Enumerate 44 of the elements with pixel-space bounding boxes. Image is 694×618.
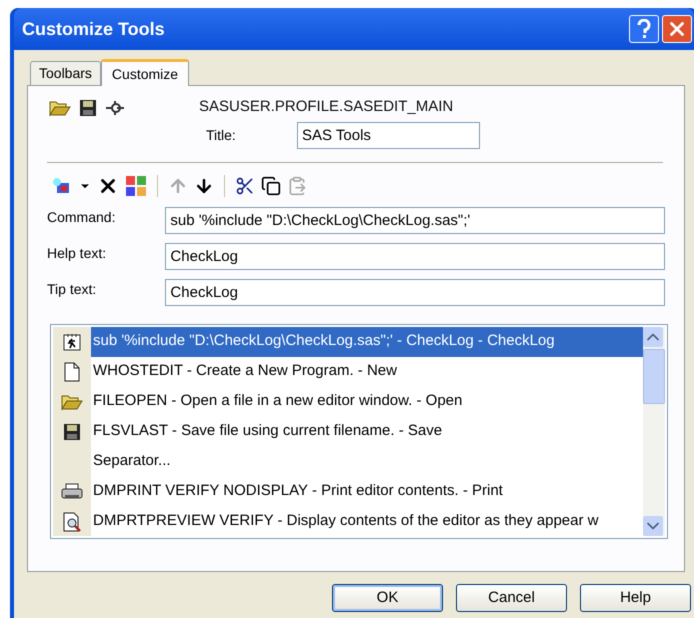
field-label: Command:	[47, 208, 116, 226]
text-field[interactable]: sub '%include "D:\CheckLog\CheckLog.sas";'	[165, 206, 665, 234]
dialog-button[interactable]: OK	[332, 584, 443, 612]
printer-icon	[61, 482, 83, 500]
tool-list-item[interactable]: FLSVLAST - Save file using current filename. - Save	[53, 416, 643, 446]
plug-icon	[105, 99, 125, 117]
open-folder-icon	[49, 99, 71, 117]
running-figure-icon	[62, 332, 82, 352]
tool-text: WHOSTEDIT - Create a New Program. - New	[92, 361, 398, 382]
title-input[interactable]: SAS Tools	[297, 122, 480, 148]
tool-text: DMPRTPREVIEW VERIFY - Display contents of the editor as they appear w	[92, 511, 600, 532]
tool-list-item[interactable]: DMPRINT VERIFY NODISPLAY - Print editor contents. - Print	[53, 476, 643, 506]
tab[interactable]: Toolbars	[30, 61, 101, 85]
scroll-thumb[interactable]	[643, 348, 665, 404]
field-label: Tip text:	[47, 280, 98, 299]
tab[interactable]: Customize	[100, 59, 190, 86]
text-field[interactable]: CheckLog	[165, 278, 665, 306]
close-button[interactable]	[662, 15, 692, 43]
text-field[interactable]: CheckLog	[165, 242, 665, 270]
cut-icon[interactable]	[235, 176, 255, 196]
help-button[interactable]	[629, 15, 659, 43]
blank-page-icon	[64, 362, 80, 382]
folder-icon	[61, 392, 83, 410]
copy-icon[interactable]	[261, 176, 281, 196]
tool-text: FILEOPEN - Open a file in a new editor window. - Open	[92, 391, 464, 412]
dialog-button[interactable]: Cancel	[456, 584, 567, 612]
tool-text: Separator...	[92, 451, 172, 472]
page-magnifier-icon	[62, 512, 82, 532]
tool-list-item[interactable]: FILEOPEN - Open a file in a new editor window. - Open	[53, 386, 643, 416]
toolbar-name: SASUSER.PROFILE.SASEDIT_MAIN	[199, 97, 454, 117]
tool-list-item[interactable]: Separator...	[53, 446, 643, 476]
scrollbar[interactable]	[643, 326, 665, 536]
tool-text: FLSVLAST - Save file using current filename. - Save	[92, 421, 444, 442]
field-label: Help text:	[47, 244, 108, 263]
scroll-up-icon[interactable]	[643, 326, 663, 346]
dialog-button[interactable]: Help	[580, 584, 691, 612]
tool-list-item[interactable]: WHOSTEDIT - Create a New Program. - New	[53, 356, 643, 386]
tool-list-item[interactable]: DMPRTPREVIEW VERIFY - Display contents of the editor as they appear w	[53, 506, 643, 536]
tool-text: DMPRINT VERIFY NODISPLAY - Print editor contents. - Print	[92, 481, 504, 502]
icon-grid-icon[interactable]	[125, 174, 147, 196]
scroll-down-icon[interactable]	[643, 516, 663, 536]
question-mark-icon	[637, 19, 651, 39]
title-label: Title:	[206, 126, 237, 144]
window-title: Customize Tools	[22, 18, 165, 40]
